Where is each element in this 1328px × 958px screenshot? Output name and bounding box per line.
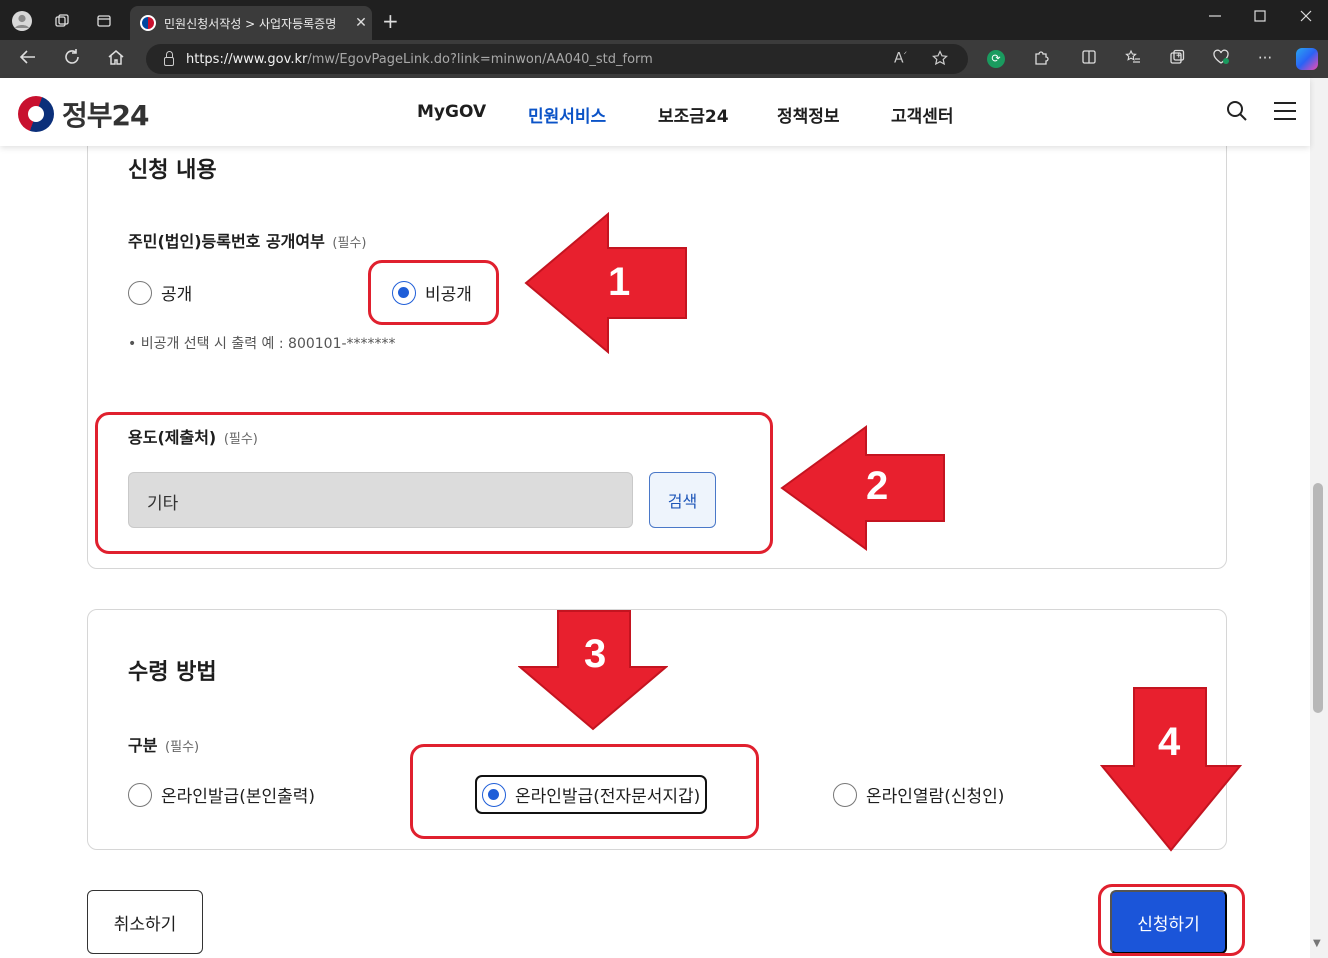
lock-icon[interactable]	[164, 50, 174, 66]
gov-favicon-icon	[140, 15, 156, 31]
copilot-icon[interactable]	[1296, 48, 1318, 70]
taegeuk-logo-icon	[18, 96, 54, 132]
highlight-box-3	[410, 744, 759, 839]
highlight-box-2	[95, 412, 773, 554]
id-disclosure-label: 주민(법인)등록번호 공개여부 (필수)	[128, 228, 367, 252]
refresh-icon[interactable]	[60, 48, 84, 71]
id-disclosure-label-text: 주민(법인)등록번호 공개여부	[128, 232, 325, 251]
new-tab-button[interactable]: +	[382, 9, 399, 33]
site-header: 정부24 MyGOV 민원서비스 보조금24 정책정보 고객센터	[0, 78, 1310, 146]
split-screen-icon[interactable]	[1078, 49, 1100, 69]
nav-mygov[interactable]: MyGOV	[417, 102, 486, 122]
minimize-icon[interactable]	[1209, 10, 1221, 26]
workspaces-icon[interactable]	[50, 9, 74, 33]
home-icon[interactable]	[104, 48, 128, 71]
url-path: /mw/EgovPageLink.do?link=minwon/AA040_st…	[307, 51, 653, 67]
step-number-4: 4	[1158, 720, 1181, 764]
required-mark: (필수)	[165, 740, 200, 755]
annotation-arrow-left-icon	[524, 212, 687, 354]
highlight-box-4	[1098, 884, 1245, 956]
browser-tab-bar: 민원신청서작성 > 사업자등록증명 ✕ +	[0, 0, 1328, 40]
url-text: https://www.gov.kr/mw/EgovPageLink.do?li…	[186, 52, 653, 67]
search-icon[interactable]	[1226, 100, 1247, 121]
cancel-button[interactable]: 취소하기	[87, 890, 203, 954]
step-number-3: 3	[584, 632, 607, 676]
radio-circle[interactable]	[833, 782, 857, 807]
extensions-puzzle-icon[interactable]	[1030, 49, 1052, 69]
active-tab[interactable]: 민원신청서작성 > 사업자등록증명 ✕	[130, 6, 372, 40]
profile-icon[interactable]	[10, 9, 34, 33]
settings-more-icon[interactable]: ···	[1254, 49, 1276, 67]
receive-section-title: 수령 방법	[128, 660, 217, 685]
scroll-down-arrow-icon[interactable]: ▼	[1313, 938, 1321, 949]
method-label: 구분 (필수)	[128, 732, 199, 756]
radio-circle[interactable]	[128, 280, 152, 305]
back-icon[interactable]	[16, 48, 40, 71]
radio-online-print-label: 온라인발급(본인출력)	[161, 787, 316, 807]
highlight-box-1	[368, 260, 499, 325]
annotation-arrow-left-icon	[780, 425, 945, 551]
tab-close-icon[interactable]: ✕	[350, 15, 372, 31]
logo-text: 정부24	[62, 99, 149, 132]
radio-disclose-label: 공개	[161, 285, 193, 305]
collections-icon[interactable]	[1166, 49, 1188, 69]
radio-online-view-label: 온라인열람(신청인)	[866, 787, 1005, 807]
browser-toolbar: https://www.gov.kr/mw/EgovPageLink.do?li…	[0, 40, 1328, 78]
apply-section-title: 신청 내용	[128, 158, 217, 183]
favorites-list-icon[interactable]	[1122, 49, 1144, 69]
annotation-arrow-down-icon	[1100, 687, 1242, 852]
radio-circle[interactable]	[128, 782, 152, 807]
nav-civil-services[interactable]: 민원서비스	[528, 102, 606, 127]
step-number-1: 1	[608, 260, 631, 304]
nondisclose-hint: • 비공개 선택 시 출력 예 : 800101-*******	[128, 336, 396, 352]
method-label-text: 구분	[128, 736, 158, 755]
radio-online-print[interactable]: 온라인발급(본인출력)	[128, 782, 315, 807]
step-number-2: 2	[866, 464, 889, 508]
gov24-logo[interactable]: 정부24	[18, 94, 149, 134]
scrollbar-thumb[interactable]	[1313, 483, 1323, 713]
maximize-icon[interactable]	[1254, 10, 1266, 26]
address-bar[interactable]: https://www.gov.kr/mw/EgovPageLink.do?li…	[146, 44, 968, 74]
nav-customer-center[interactable]: 고객센터	[891, 102, 954, 127]
hamburger-menu-icon[interactable]	[1274, 102, 1296, 120]
browser-essentials-icon[interactable]	[1210, 49, 1232, 69]
favorite-star-icon[interactable]	[932, 50, 948, 70]
required-mark: (필수)	[332, 236, 367, 251]
tab-actions-icon[interactable]	[92, 9, 116, 33]
tab-title: 민원신청서작성 > 사업자등록증명	[164, 16, 337, 31]
radio-disclose[interactable]: 공개	[128, 280, 192, 305]
url-domain: https://www.gov.kr	[186, 51, 308, 67]
nav-policy-info[interactable]: 정책정보	[777, 102, 840, 127]
read-aloud-icon[interactable]: Aᐟ	[894, 50, 907, 67]
nav-subsidy24[interactable]: 보조금24	[658, 102, 729, 127]
window-close-icon[interactable]	[1300, 10, 1312, 26]
radio-online-view[interactable]: 온라인열람(신청인)	[833, 782, 1004, 807]
extension-sync-icon[interactable]: ⟳	[987, 50, 1005, 68]
